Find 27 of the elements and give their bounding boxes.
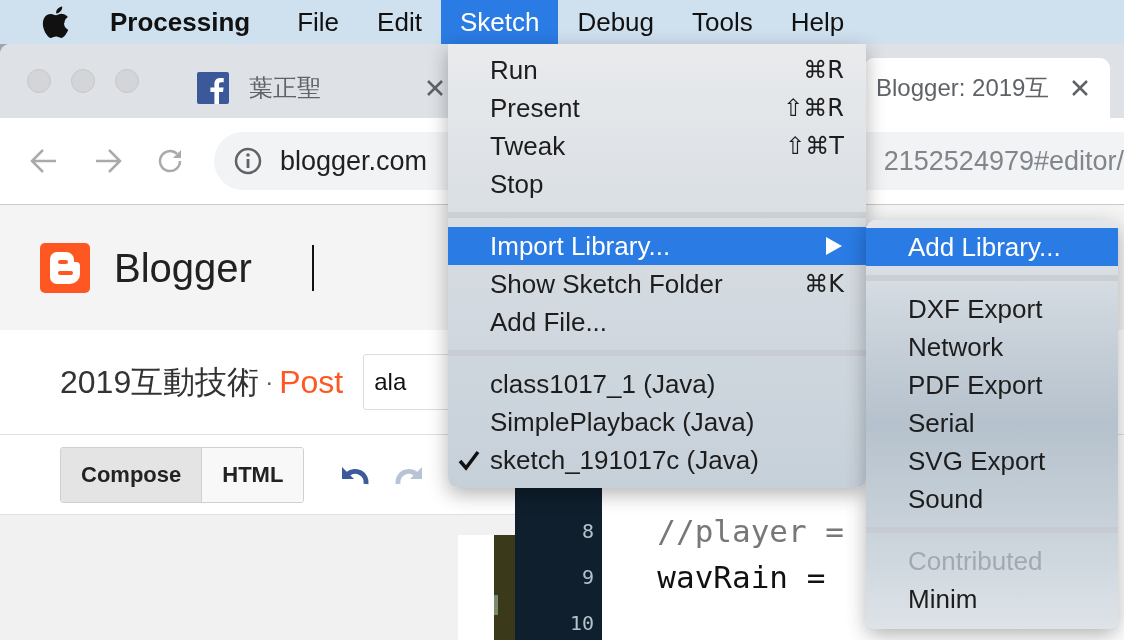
shortcut-label: ⇧⌘R — [783, 93, 844, 124]
shortcut-label: ⇧⌘T — [785, 131, 844, 162]
url-text: 2152524979#editor/ — [883, 144, 1124, 178]
menu-item-label: Run — [490, 53, 538, 87]
blogger-wordmark: Blogger — [114, 244, 252, 292]
line-number: 9 — [581, 564, 594, 591]
menu-item-label: Present — [490, 91, 580, 125]
shortcut-label: ⌘K — [804, 269, 844, 300]
tab-title: Blogger: 2019互 — [876, 73, 1050, 103]
code-line: //player = — [656, 511, 844, 551]
menu-item-label: sketch_191017c (Java) — [490, 443, 759, 477]
separator-dot: · — [265, 367, 274, 397]
menu-item-label: class1017_1 (Java) — [490, 367, 716, 401]
menu-item-label: Add File... — [490, 305, 608, 339]
url-text: blogger.com — [280, 144, 428, 178]
menu-item-label: Stop — [490, 167, 544, 201]
tab-title: 葉正聖 — [249, 73, 321, 103]
menu-item-label: Show Sketch Folder — [490, 267, 723, 301]
line-number: 8 — [581, 518, 594, 545]
menu-item-label: Tweak — [490, 129, 566, 163]
menu-item-label: SimplePlayback (Java) — [490, 405, 755, 439]
post-label: Post — [279, 363, 344, 402]
menu-item-label: Import Library... — [490, 229, 671, 263]
post-heading: 2019互動技術 — [60, 363, 260, 402]
line-number: 10 — [569, 610, 594, 637]
shortcut-label: ⌘R — [803, 55, 844, 86]
code-line: wavRain = — [656, 557, 826, 597]
